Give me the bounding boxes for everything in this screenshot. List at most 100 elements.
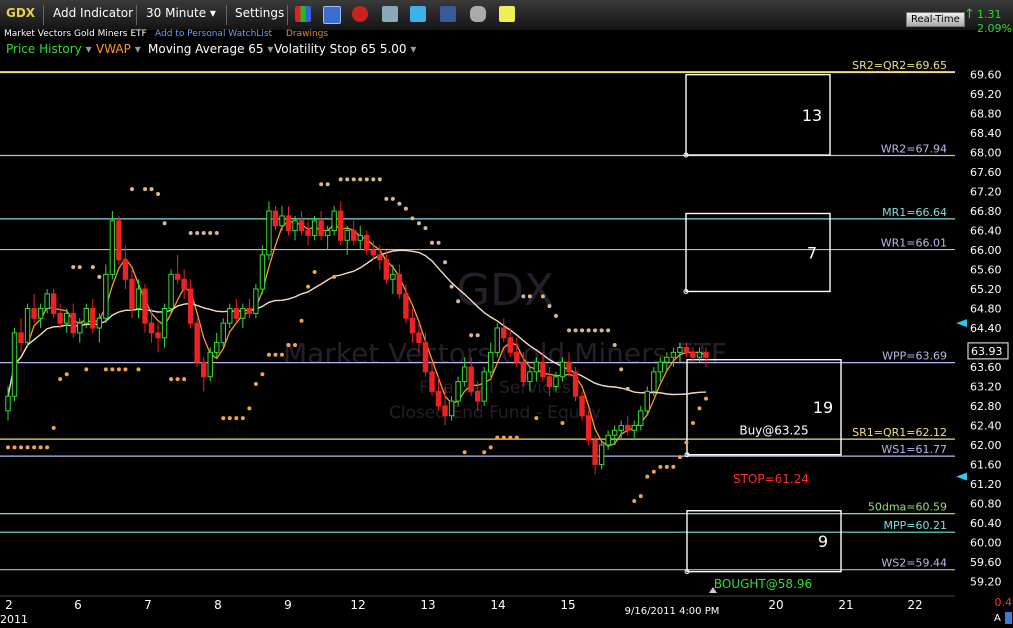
stop-dot	[64, 372, 69, 377]
stop-dot	[625, 386, 630, 391]
candle-body	[690, 351, 696, 358]
y-tick-label: 59.60	[970, 556, 1002, 569]
stop-dot	[521, 294, 526, 299]
date-label: 9/16/2011 4:00 PM	[625, 606, 720, 617]
y-tick-label: 61.60	[970, 458, 1002, 471]
stop-dot	[436, 240, 441, 245]
candle-body	[461, 366, 468, 383]
stop-dot	[319, 182, 324, 187]
trade-annotation: STOP=61.24	[733, 472, 809, 486]
candle-body	[233, 308, 240, 319]
stop-dot	[351, 177, 356, 182]
x-tick-label: 2	[5, 598, 13, 612]
candle-body	[677, 346, 683, 353]
stop-dot	[377, 177, 382, 182]
scale-letter: A	[994, 613, 1001, 624]
price-chart[interactable]: GDX Market Vectors Gold Miners ETF Finan…	[0, 0, 1013, 628]
stop-dot	[384, 196, 389, 201]
candle-body	[11, 332, 18, 397]
candle-body	[644, 390, 650, 412]
candle-body	[455, 381, 461, 402]
stop-dot	[645, 474, 650, 479]
candle-body	[129, 278, 135, 310]
scale-icon	[1005, 612, 1012, 624]
candle-body	[194, 322, 200, 363]
stop-dot	[704, 396, 708, 401]
candle-body	[364, 234, 370, 251]
stop-dot	[612, 343, 617, 348]
stop-dot	[19, 445, 24, 450]
y-tick-label: 62.40	[970, 419, 1002, 432]
x-tick-label: 21	[838, 598, 853, 612]
stop-dot	[25, 445, 30, 450]
y-tick-label: 61.20	[970, 478, 1002, 491]
x-tick-label: 22	[907, 598, 922, 612]
candle-body	[625, 424, 631, 431]
stop-dot	[527, 294, 532, 299]
stop-dot	[58, 377, 63, 382]
box-count: 9	[818, 532, 828, 551]
candle-body	[357, 234, 363, 241]
x-tick-label: 9	[284, 598, 292, 612]
y-tick-label: 59.20	[970, 575, 1002, 588]
y-tick-label: 68.40	[970, 127, 1002, 140]
candle-body	[331, 210, 337, 232]
candle-body	[416, 332, 422, 344]
y-tick-label: 69.60	[970, 69, 1002, 82]
candle-body	[377, 254, 383, 261]
candle-body	[422, 342, 429, 373]
stop-dot	[364, 177, 369, 182]
y-tick-label: 63.60	[970, 361, 1002, 374]
stop-dot	[606, 328, 611, 333]
stop-dot	[247, 406, 252, 411]
stop-dot	[156, 192, 161, 196]
candle-body	[161, 308, 168, 339]
trade-annotation: BOUGHT@58.96	[714, 577, 812, 591]
trade-annotation: Buy@63.25	[739, 423, 808, 437]
pattern-boxes: 13 7 19 9	[683, 73, 842, 575]
stop-dot	[475, 333, 480, 338]
stop-dot	[162, 221, 167, 226]
candle-body	[657, 361, 664, 373]
candle-body	[494, 327, 500, 353]
stop-dot	[182, 377, 187, 382]
stop-dot	[175, 377, 180, 382]
candle-body	[566, 361, 572, 373]
stop-dot	[371, 177, 376, 182]
y-tick-label: 66.40	[970, 225, 1002, 238]
candle-body	[585, 415, 592, 441]
candle-body	[272, 210, 279, 227]
candle-body	[109, 220, 116, 275]
level-label: 50dma=60.59	[868, 501, 947, 514]
candle-body	[318, 220, 324, 236]
candle-body	[220, 322, 226, 344]
stop-dot	[299, 318, 304, 323]
y-tick-label: 67.60	[970, 166, 1002, 179]
y-tick-label: 62.00	[970, 439, 1002, 452]
candle-body	[305, 230, 311, 236]
candle-body	[181, 278, 187, 290]
y-tick-label: 60.00	[970, 536, 1002, 549]
stop-dot	[482, 450, 487, 455]
stop-dot	[456, 299, 461, 304]
x-tick-label: 14	[490, 598, 505, 612]
stop-dot	[260, 372, 265, 377]
x-tick-label: 13	[420, 598, 435, 612]
candle-body	[664, 356, 670, 363]
candle-body	[514, 351, 520, 363]
candle-body	[57, 312, 63, 324]
candle-body	[651, 371, 657, 392]
candle-body	[37, 308, 44, 319]
candle-body	[592, 439, 598, 465]
candle-body	[24, 308, 31, 344]
x-tick-label: 15	[560, 598, 575, 612]
candle-body	[370, 249, 377, 256]
candle-body	[240, 308, 246, 319]
candle-body	[31, 308, 37, 319]
x-tick-label: 6	[74, 598, 82, 612]
stop-dot	[651, 469, 656, 474]
candle-body	[435, 390, 442, 407]
y-tick-label: 66.80	[970, 205, 1002, 218]
stop-dot	[508, 435, 513, 440]
candle-body	[559, 361, 566, 378]
